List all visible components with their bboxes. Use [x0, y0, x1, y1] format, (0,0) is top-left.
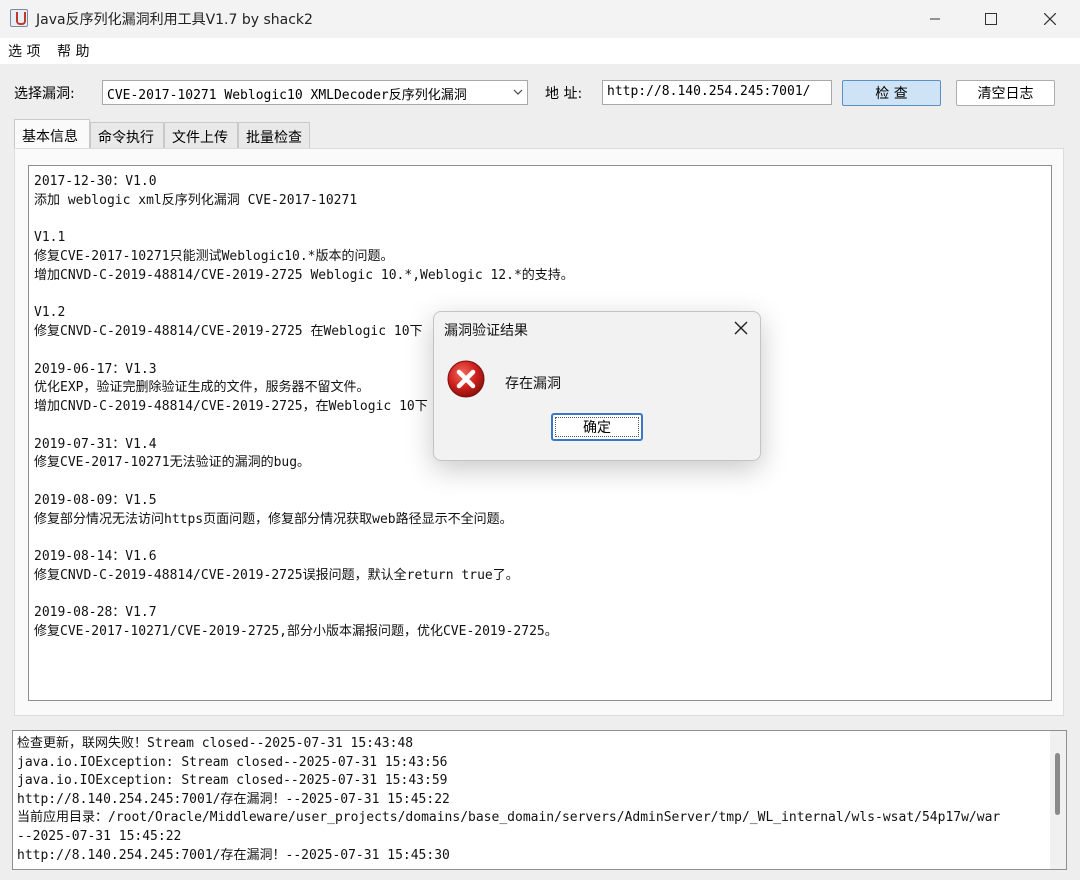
title-bar: Java反序列化漏洞利用工具V1.7 by shack2 — [0, 0, 1080, 38]
info-line — [34, 586, 1046, 605]
ok-button[interactable]: 确定 — [551, 413, 643, 441]
log-line: http://8.140.254.245:7001/存在漏洞！--2025-07… — [17, 847, 450, 863]
info-line: 2017-12-30：V1.0 — [34, 174, 157, 189]
log-line: http://8.140.254.245:7001/存在漏洞！--2025-07… — [17, 791, 450, 807]
minimize-icon — [930, 18, 940, 20]
minimize-button[interactable] — [906, 0, 964, 38]
log-scrollbar[interactable] — [1050, 731, 1066, 869]
result-dialog: 漏洞验证结果 存在漏洞 确定 — [433, 311, 761, 461]
dialog-message: 存在漏洞 — [505, 376, 561, 392]
window-title: Java反序列化漏洞利用工具V1.7 by shack2 — [36, 12, 313, 28]
info-line: 修复CNVD-C-2019-48814/CVE-2019-2725误报问题，默认… — [34, 567, 519, 583]
log-line: java.io.IOException: Stream closed--2025… — [17, 754, 448, 770]
log-lines: 检查更新，联网失败！Stream closed--2025-07-31 15:4… — [17, 735, 1047, 865]
log-line: java.io.IOException: Stream closed--2025… — [17, 773, 448, 789]
error-icon — [447, 360, 485, 398]
close-icon[interactable] — [734, 321, 748, 335]
address-input[interactable]: http://8.140.254.245:7001/ — [602, 80, 832, 105]
log-line: --2025-07-31 15:45:22 — [17, 828, 182, 844]
log-line: 检查更新，联网失败！Stream closed--2025-07-31 15:4… — [17, 736, 414, 751]
close-window-button[interactable] — [1021, 0, 1079, 38]
menu-bar: 选 项 帮 助 — [0, 38, 1080, 64]
menu-options[interactable]: 选 项 — [8, 41, 40, 61]
info-line — [34, 211, 1046, 230]
info-line: 2019-08-09：V1.5 — [34, 492, 157, 508]
tab-basic-info[interactable]: 基本信息 — [14, 119, 90, 148]
close-icon — [1044, 13, 1056, 25]
log-line: 当前应用目录：/root/Oracle/Middleware/user_proj… — [17, 810, 1001, 826]
menu-help[interactable]: 帮 助 — [57, 41, 89, 61]
address-label: 地 址: — [545, 86, 583, 102]
main-content: 选择漏洞: CVE-2017-10271 Weblogic10 XMLDecod… — [0, 64, 1080, 880]
maximize-icon — [985, 13, 997, 25]
info-line: 2019-08-28：V1.7 — [34, 605, 157, 621]
info-line: 增加CNVD-C-2019-48814/CVE-2019-2725 Weblog… — [34, 267, 574, 283]
log-scroll-thumb[interactable] — [1055, 753, 1060, 815]
chevron-down-icon — [513, 89, 523, 95]
clear-log-button[interactable]: 清空日志 — [956, 80, 1055, 106]
info-line: 添加 weblogic xml反序列化漏洞 CVE-2017-10271 — [34, 192, 358, 208]
tab-command-exec[interactable]: 命令执行 — [90, 122, 164, 148]
tab-batch-check[interactable]: 批量检查 — [238, 122, 310, 148]
info-line — [34, 473, 1046, 492]
log-output[interactable]: 检查更新，联网失败！Stream closed--2025-07-31 15:4… — [12, 730, 1067, 870]
vuln-select-value: CVE-2017-10271 Weblogic10 XMLDecoder反序列化… — [107, 88, 467, 103]
maximize-button[interactable] — [962, 0, 1020, 38]
info-line: V1.1 — [34, 230, 66, 246]
check-button[interactable]: 检 查 — [842, 80, 941, 106]
info-line: 修复CVE-2017-10271/CVE-2019-2725,部分小版本漏报问题… — [34, 624, 558, 639]
info-line — [34, 529, 1046, 548]
tab-file-upload[interactable]: 文件上传 — [164, 122, 238, 148]
info-line: 修复CVE-2017-10271只能测试Weblogic10.*版本的问题。 — [34, 249, 394, 264]
dialog-title: 漏洞验证结果 — [444, 323, 528, 339]
vuln-select-label: 选择漏洞: — [14, 86, 75, 102]
vuln-select[interactable]: CVE-2017-10271 Weblogic10 XMLDecoder反序列化… — [102, 80, 528, 105]
java-app-icon — [10, 9, 28, 27]
info-line — [34, 286, 1046, 305]
info-line: 2019-08-14：V1.6 — [34, 549, 157, 564]
info-line: 修复部分情况无法访问https页面问题，修复部分情况获取web路径显示不全问题。 — [34, 511, 513, 527]
